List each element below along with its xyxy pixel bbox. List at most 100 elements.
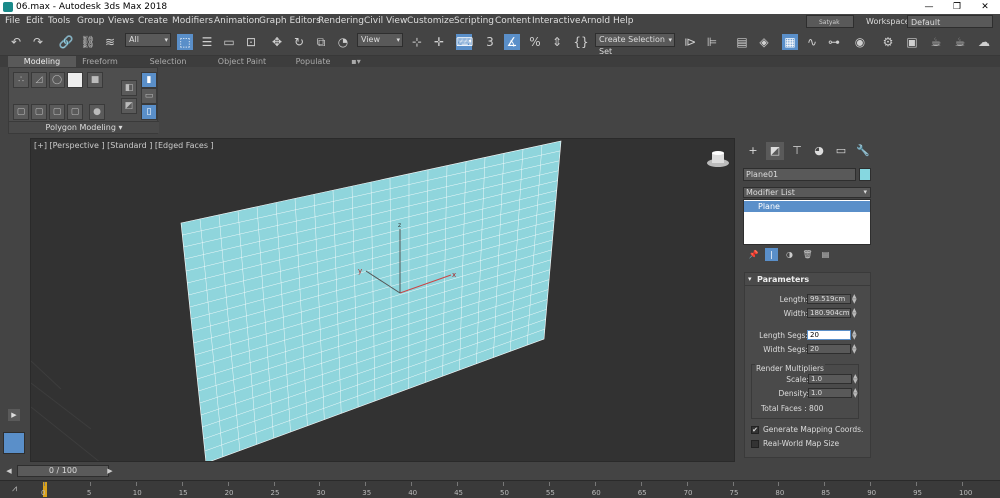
menu-rendering[interactable]: Rendering xyxy=(318,14,364,29)
remove-modifier-icon[interactable]: 🗑 xyxy=(801,248,814,261)
keyboard-shortcut-override-icon[interactable]: ⌨ xyxy=(456,34,473,50)
length-spinner[interactable]: ▲ ▼ xyxy=(852,294,857,305)
width-segs-input[interactable]: 20 xyxy=(807,344,851,354)
menu-tools[interactable]: Tools xyxy=(48,14,70,29)
scale-icon[interactable]: ⧉ xyxy=(313,34,329,50)
spinner-snap-icon[interactable]: ⇕ xyxy=(549,34,565,50)
grow-icon[interactable]: ▢ xyxy=(49,104,65,120)
render-production-icon[interactable]: ☕ xyxy=(928,34,944,50)
schematic-view-icon[interactable]: ⊶ xyxy=(826,34,842,50)
reference-coordinate-dropdown[interactable]: View ▾ xyxy=(357,33,403,47)
menu-file[interactable]: File xyxy=(5,14,20,29)
mirror-icon[interactable]: ⧐ xyxy=(682,34,698,50)
density-input[interactable]: 1.0 xyxy=(808,388,852,398)
close-button[interactable]: ✕ xyxy=(971,0,999,14)
link-icon[interactable]: 🔗 xyxy=(58,34,74,50)
modify-tab-icon[interactable]: ◩ xyxy=(766,142,784,160)
curve-editor-mini-icon[interactable]: ⩘ xyxy=(12,484,17,494)
render-iterative-icon[interactable]: ☕ xyxy=(952,34,968,50)
density-spinner[interactable]: ▲ ▼ xyxy=(853,388,858,399)
menu-create[interactable]: Create xyxy=(138,14,168,29)
select-manipulate-icon[interactable]: ✛ xyxy=(431,34,447,50)
named-selection-set-dropdown[interactable]: Create Selection Set ▾ xyxy=(595,33,675,56)
hierarchy-tab-icon[interactable]: ⊤ xyxy=(788,142,806,160)
use-nurms-icon[interactable]: ▯ xyxy=(141,104,157,120)
time-slider[interactable]: 0 / 100 xyxy=(17,465,109,477)
create-tab-icon[interactable]: + xyxy=(744,142,762,160)
modify-selection-icon[interactable]: ▢ xyxy=(31,104,47,120)
polygon-modeling-label[interactable]: Polygon Modeling ▾ xyxy=(9,121,159,133)
vertex-icon[interactable]: ∴ xyxy=(13,72,29,88)
pin-stack-icon[interactable]: ▮ xyxy=(141,72,157,88)
window-crossing-icon[interactable]: ⊡ xyxy=(243,34,259,50)
ribbon-options-icon[interactable]: ▪▾ xyxy=(348,56,364,67)
unlink-icon[interactable]: ⛓ xyxy=(80,34,96,50)
show-end-result-icon[interactable]: | xyxy=(765,248,778,261)
menu-customize[interactable]: Customize xyxy=(407,14,454,29)
soft-selection-icon[interactable]: ● xyxy=(89,104,105,120)
snaps-toggle-icon[interactable]: 3 xyxy=(482,34,498,50)
menu-group[interactable]: Group xyxy=(77,14,104,29)
menu-civil-view[interactable]: Civil View xyxy=(364,14,407,29)
display-tab-icon[interactable]: ▭ xyxy=(832,142,850,160)
menu-animation[interactable]: Animation xyxy=(214,14,260,29)
material-editor-icon[interactable]: ◉ xyxy=(852,34,868,50)
perspective-viewport[interactable]: [+] [Perspective ] [Standard ] [Edged Fa… xyxy=(30,138,735,462)
toggle-ribbon-icon[interactable]: ▦ xyxy=(782,34,798,50)
selection-filter-dropdown[interactable]: All ▾ xyxy=(125,33,171,47)
track-bar[interactable]: ⩘ 0 5 10 15 20 25 30 35 40 45 50 55 60 65 70 75 80 85 90 95… xyxy=(0,480,1000,498)
angle-snap-icon[interactable]: ∡ xyxy=(504,34,520,50)
bind-space-warp-icon[interactable]: ≋ xyxy=(102,34,118,50)
align-icon[interactable]: ⊫ xyxy=(704,34,720,50)
rendered-frame-window-icon[interactable]: ▣ xyxy=(904,34,920,50)
layer-explorer-icon[interactable]: ◈ xyxy=(756,34,772,50)
redo-icon[interactable]: ↷ xyxy=(30,34,46,50)
workspace-dropdown[interactable]: Default xyxy=(907,15,993,28)
menu-modifiers[interactable]: Modifiers xyxy=(172,14,213,29)
generate-mapping-checkmark[interactable]: ✔ xyxy=(751,426,759,434)
width-segs-spinner[interactable]: ▲ ▼ xyxy=(852,344,857,355)
menu-interactive[interactable]: Interactive xyxy=(532,14,580,29)
render-in-cloud-icon[interactable]: ☁ xyxy=(976,34,992,50)
width-input[interactable]: 180.904cm xyxy=(807,308,851,318)
length-input[interactable]: 99.519cm xyxy=(807,294,851,304)
length-segs-input[interactable]: 20 xyxy=(807,330,851,340)
undo-icon[interactable]: ↶ xyxy=(8,34,24,50)
menu-arnold[interactable]: Arnold xyxy=(581,14,610,29)
tab-modeling[interactable]: Modeling xyxy=(8,56,76,67)
select-by-name-icon[interactable]: ☰ xyxy=(199,34,215,50)
expand-panel-icon[interactable]: ▶ xyxy=(8,409,20,421)
scale-input[interactable]: 1.0 xyxy=(808,374,852,384)
menu-graph-editors[interactable]: Graph Editors xyxy=(259,14,321,29)
placement-icon[interactable]: ◔ xyxy=(335,34,351,50)
utilities-tab-icon[interactable]: 🔧 xyxy=(854,142,872,160)
viewport-layout-button[interactable] xyxy=(3,432,25,454)
stack-item-plane[interactable]: Plane xyxy=(744,201,870,212)
menu-edit[interactable]: Edit xyxy=(26,14,43,29)
edge-icon[interactable]: ◿ xyxy=(31,72,47,88)
parameters-header[interactable]: ▾ Parameters xyxy=(745,273,870,286)
time-prev-icon[interactable]: ◀ xyxy=(3,465,15,477)
rectangular-selection-icon[interactable]: ▭ xyxy=(221,34,237,50)
menu-views[interactable]: Views xyxy=(108,14,134,29)
rotate-icon[interactable]: ↻ xyxy=(291,34,307,50)
pin-stack-icon[interactable]: 📌 xyxy=(747,248,760,261)
length-segs-spinner[interactable]: ▲ ▼ xyxy=(852,330,857,341)
tab-selection[interactable]: Selection xyxy=(138,56,198,67)
user-account[interactable]: Satyak Joshi xyxy=(806,15,854,39)
pivot-center-icon[interactable]: ⊹ xyxy=(409,34,425,50)
real-world-map-box[interactable] xyxy=(751,440,759,448)
element-icon[interactable]: ■ xyxy=(87,72,103,88)
generate-mapping-checkbox[interactable]: ✔ Generate Mapping Coords. xyxy=(751,425,863,435)
menu-scripting[interactable]: Scripting xyxy=(454,14,494,29)
percent-snap-icon[interactable]: % xyxy=(527,34,543,50)
time-next-icon[interactable]: ▶ xyxy=(104,465,116,477)
curve-editor-icon[interactable]: ∿ xyxy=(804,34,820,50)
maximize-button[interactable]: ❐ xyxy=(943,0,971,14)
cut-icon[interactable]: ◩ xyxy=(121,98,137,114)
move-icon[interactable]: ✥ xyxy=(269,34,285,50)
preserve-uvs-icon[interactable]: ▢ xyxy=(13,104,29,120)
menu-help[interactable]: Help xyxy=(613,14,634,29)
motion-tab-icon[interactable]: ◕ xyxy=(810,142,828,160)
shrink-icon[interactable]: ▢ xyxy=(67,104,83,120)
